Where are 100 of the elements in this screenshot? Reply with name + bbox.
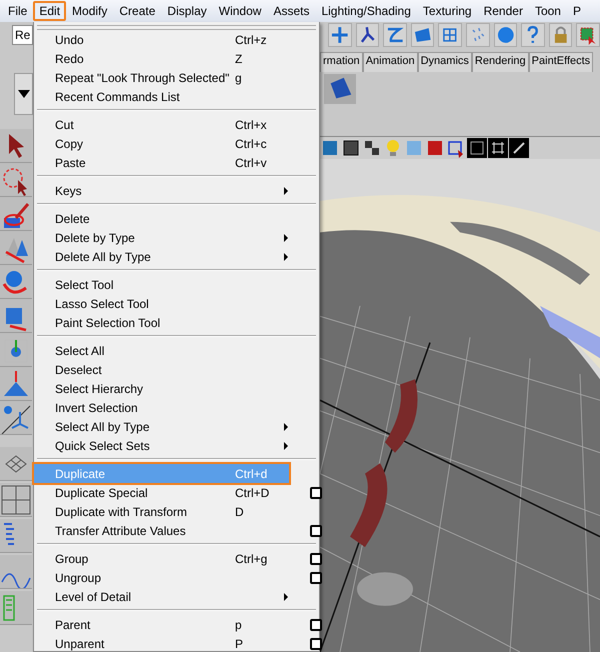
menu-item-label: Undo bbox=[55, 32, 85, 46]
menu-item[interactable]: Copy Ctrl+c bbox=[34, 134, 289, 153]
menu-item-label: Repeat "Look Through Selected" bbox=[55, 70, 230, 84]
menu-item[interactable]: Paint Selection Tool bbox=[34, 313, 289, 332]
menu-item[interactable]: Lasso Select Tool bbox=[34, 294, 289, 313]
curve-icon[interactable] bbox=[383, 23, 407, 47]
menu-item[interactable]: Unparent P bbox=[34, 634, 289, 652]
shortcut-label: Ctrl+g bbox=[235, 552, 268, 566]
menu-item[interactable]: Quick Select Sets bbox=[34, 436, 289, 455]
menu-item[interactable]: Duplicate with Transform D bbox=[34, 502, 289, 521]
render-field[interactable]: Re bbox=[12, 25, 33, 45]
option-box-icon[interactable] bbox=[310, 572, 322, 584]
select-box-icon[interactable] bbox=[576, 23, 600, 47]
menu-item[interactable]: Delete by Type bbox=[34, 228, 289, 247]
lattice-icon[interactable] bbox=[438, 23, 462, 47]
swatch-panel[interactable] bbox=[14, 73, 33, 115]
menu-title[interactable]: Toon bbox=[528, 1, 567, 21]
shortcut-label: Ctrl+D bbox=[235, 486, 270, 500]
shortcut-label: g bbox=[235, 70, 243, 84]
menu-item[interactable]: Select All by Type bbox=[34, 417, 289, 436]
menu-title[interactable]: Lighting/Shading bbox=[315, 1, 417, 21]
option-box-icon[interactable] bbox=[310, 618, 322, 630]
menu-item-label: Select Tool bbox=[55, 278, 114, 292]
plus-icon[interactable] bbox=[328, 23, 352, 47]
menu-item-label: Keys bbox=[55, 184, 83, 198]
wire-cube-icon[interactable] bbox=[341, 138, 361, 158]
menu-title[interactable]: File bbox=[2, 1, 34, 21]
menu-item-label: Deselect bbox=[55, 362, 103, 376]
menu-item[interactable]: Deselect bbox=[34, 360, 289, 379]
option-box-icon[interactable] bbox=[310, 486, 322, 498]
shelf-tab[interactable]: Rendering bbox=[472, 52, 529, 72]
menu-item[interactable]: Cut Ctrl+x bbox=[34, 115, 289, 134]
menu-item-label: Copy bbox=[55, 136, 84, 150]
checker-cube-icon[interactable] bbox=[362, 138, 382, 158]
particles-icon[interactable] bbox=[466, 23, 490, 47]
dropdown-icon[interactable] bbox=[18, 90, 30, 98]
shelf-tab[interactable]: rmation bbox=[320, 52, 363, 72]
menu-item[interactable]: Paste Ctrl+v bbox=[34, 153, 289, 172]
menu-item[interactable]: Select Tool bbox=[34, 275, 289, 294]
menu-item-label: Duplicate bbox=[55, 466, 106, 480]
node-icon[interactable] bbox=[356, 23, 380, 47]
menu-item-label: Recent Commands List bbox=[55, 90, 181, 104]
box-wire-icon[interactable] bbox=[467, 138, 487, 158]
menu-item-label: Transfer Attribute Values bbox=[55, 524, 187, 538]
lock-icon[interactable] bbox=[548, 23, 572, 47]
menu-item-label: Paint Selection Tool bbox=[55, 316, 162, 330]
menu-item[interactable]: Level of Detail bbox=[34, 587, 289, 606]
menu-item[interactable]: Redo Z bbox=[34, 49, 289, 68]
menu-title[interactable]: Texturing bbox=[416, 1, 478, 21]
option-box-icon[interactable] bbox=[310, 524, 322, 536]
shortcut-label: Ctrl+d bbox=[235, 466, 268, 480]
menu-item[interactable]: Delete bbox=[34, 209, 289, 228]
menu-item-label: Unparent bbox=[55, 636, 106, 650]
menu-item-label: Select All by Type bbox=[55, 420, 150, 434]
menu-item-label: Paste bbox=[55, 156, 87, 170]
shortcut-label: Ctrl+x bbox=[235, 118, 268, 132]
shortcut-label: D bbox=[235, 504, 245, 518]
menu-title[interactable]: Modify bbox=[66, 1, 114, 21]
menu-item[interactable]: Group Ctrl+g bbox=[34, 549, 289, 568]
menu-item[interactable]: Keys bbox=[34, 181, 289, 200]
shortcut-label: P bbox=[235, 636, 244, 650]
surface-icon[interactable] bbox=[324, 74, 356, 104]
shelf-tab[interactable]: Dynamics bbox=[418, 52, 472, 72]
option-box-icon[interactable] bbox=[310, 552, 322, 564]
menu-item[interactable]: Recent Commands List bbox=[34, 87, 289, 106]
shortcut-label: Z bbox=[235, 52, 244, 66]
menu-item[interactable]: Transfer Attribute Values bbox=[34, 521, 289, 540]
menu-title[interactable]: Assets bbox=[267, 1, 316, 21]
menu-item[interactable]: Undo Ctrl+z bbox=[34, 30, 289, 49]
menu-title[interactable]: Display bbox=[161, 1, 213, 21]
menu-item[interactable]: Ungroup bbox=[34, 568, 289, 587]
menu-item[interactable]: Parent p bbox=[34, 615, 289, 634]
four-panel-icon[interactable] bbox=[0, 484, 32, 516]
menu-item-label: Invert Selection bbox=[55, 400, 139, 414]
menu-title[interactable]: Edit bbox=[33, 1, 66, 21]
shelf-tab[interactable]: Animation bbox=[362, 52, 418, 72]
menu-item-label: Level of Detail bbox=[55, 590, 132, 604]
shaded-cube-icon[interactable] bbox=[320, 138, 340, 158]
menu-title[interactable]: Render bbox=[478, 1, 529, 21]
menu-item-label: Select All bbox=[55, 344, 106, 358]
menu-item[interactable]: Duplicate Special Ctrl+D bbox=[34, 483, 289, 502]
menu-title[interactable]: P bbox=[566, 1, 587, 21]
menu-title[interactable]: Window bbox=[212, 1, 268, 21]
help-icon[interactable] bbox=[521, 23, 545, 47]
shortcut-label: Ctrl+z bbox=[235, 32, 268, 46]
menu-item-label: Cut bbox=[55, 118, 75, 132]
solid-cube-icon[interactable] bbox=[425, 138, 445, 158]
frame-grid-icon[interactable] bbox=[488, 138, 508, 158]
menu-item[interactable]: Invert Selection bbox=[34, 398, 289, 417]
option-box-icon[interactable] bbox=[310, 638, 322, 650]
menu-item[interactable]: Delete All by Type bbox=[34, 247, 289, 266]
menu-item[interactable]: Select Hierarchy bbox=[34, 379, 289, 398]
links-icon[interactable] bbox=[509, 138, 529, 158]
menu-title[interactable]: Create bbox=[113, 1, 162, 21]
shelf-tab[interactable]: PaintEffects bbox=[528, 52, 594, 72]
plane-icon[interactable] bbox=[410, 23, 434, 47]
menu-item-label: Duplicate Special bbox=[55, 486, 149, 500]
shortcut-label: Ctrl+v bbox=[235, 156, 268, 170]
menu-item[interactable]: Repeat "Look Through Selected" g bbox=[34, 68, 289, 87]
menu-item[interactable]: Select All bbox=[34, 341, 289, 360]
